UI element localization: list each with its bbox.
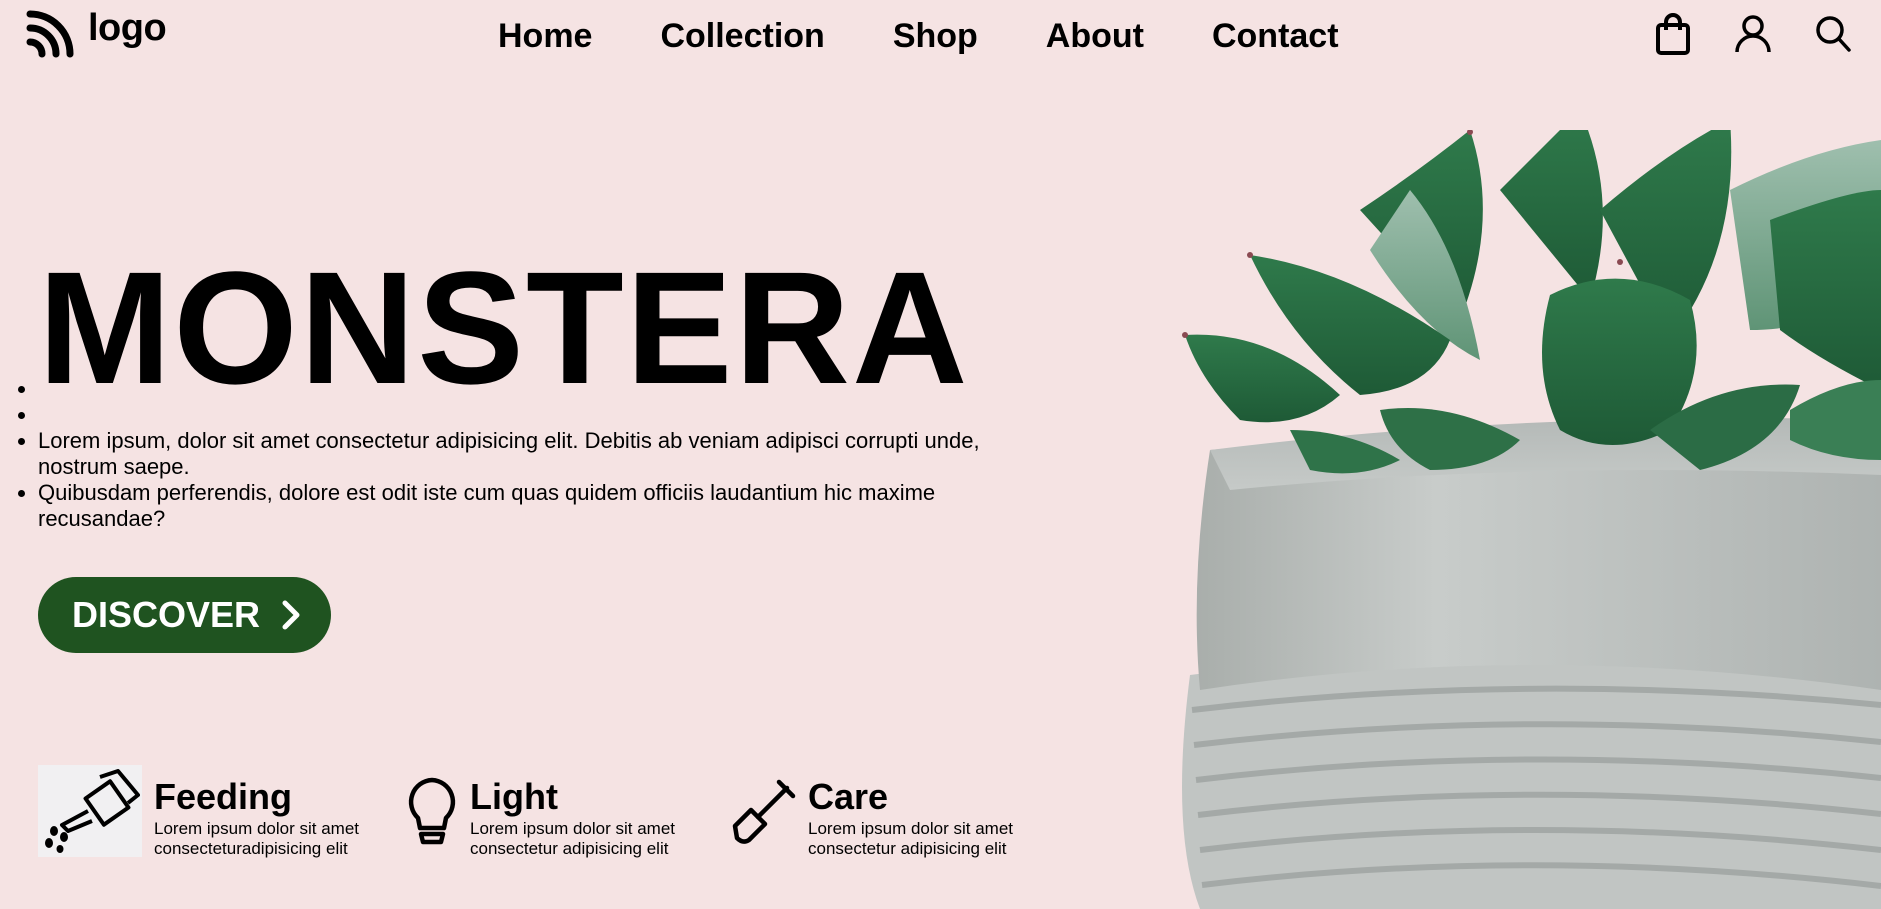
list-item (38, 376, 1028, 402)
feature-description: Lorem ipsum dolor sit amet consectetur a… (808, 819, 1014, 858)
feature-title: Care (808, 776, 889, 817)
nav-shop[interactable]: Shop (893, 16, 978, 56)
watering-can-icon (38, 765, 142, 857)
chevron-right-icon (282, 600, 300, 630)
feature-title: Feeding (154, 776, 293, 817)
feature-care: Care Lorem ipsum dolor sit amet consecte… (728, 765, 1028, 859)
logo[interactable]: logo (26, 7, 167, 58)
shovel-icon (728, 765, 800, 857)
search-icon[interactable] (1813, 12, 1853, 56)
list-item (38, 402, 1028, 428)
discover-button-label: DISCOVER (72, 594, 261, 635)
logo-text: logo (88, 7, 167, 49)
list-item: Quibusdam perferendis, dolore est odit i… (38, 480, 1028, 532)
feature-description: Lorem ipsum dolor sit amet consectetur a… (470, 819, 676, 858)
light-bulb-icon (402, 765, 462, 857)
hero-description-list: Lorem ipsum, dolor sit amet consectetur … (38, 376, 1028, 532)
nav-home[interactable]: Home (498, 16, 592, 56)
nav-collection[interactable]: Collection (660, 16, 824, 56)
succulent-plant-image (1182, 130, 1881, 909)
logo-icon (26, 10, 74, 58)
nav-contact[interactable]: Contact (1212, 16, 1339, 56)
shopping-bag-icon[interactable] (1653, 12, 1693, 56)
feature-description: Lorem ipsum dolor sit amet consecteturad… (154, 819, 360, 858)
page: logo Home Collection Shop About Contact (0, 0, 1881, 909)
feature-light: Light Lorem ipsum dolor sit amet consect… (402, 765, 690, 859)
feature-feeding: Feeding Lorem ipsum dolor sit amet conse… (38, 765, 374, 859)
features-row: Feeding Lorem ipsum dolor sit amet conse… (38, 765, 1038, 859)
header-icons (1653, 12, 1853, 56)
feature-title: Light (470, 776, 558, 817)
discover-button[interactable]: DISCOVER (38, 577, 331, 653)
nav-about[interactable]: About (1046, 16, 1144, 56)
list-item: Lorem ipsum, dolor sit amet consectetur … (38, 428, 1028, 480)
user-icon[interactable] (1733, 12, 1773, 56)
main-nav: Home Collection Shop About Contact (498, 16, 1339, 56)
